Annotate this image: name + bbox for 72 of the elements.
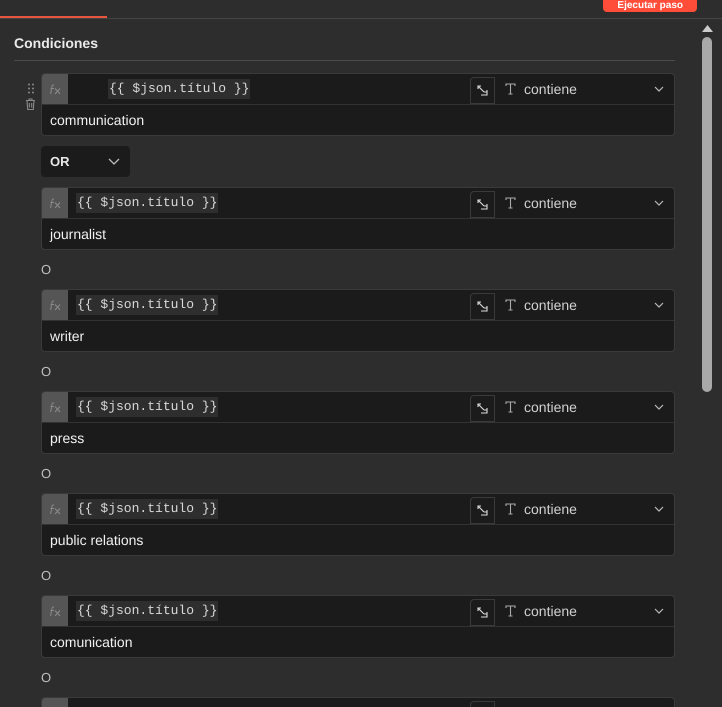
fx-icon: [49, 504, 61, 514]
expression-field[interactable]: {{ $json.título }}: [68, 290, 470, 320]
expression-text: {{ $json.título }}: [76, 601, 218, 621]
value-field[interactable]: public relations: [42, 525, 674, 555]
open-editor-button[interactable]: [470, 191, 495, 218]
open-editor-button[interactable]: [470, 599, 495, 626]
expression-field[interactable]: {{ $json.título }}: [68, 494, 470, 524]
expression-field[interactable]: {{ $json.título }}: [68, 188, 470, 218]
expression-text: {{ $json.título }}: [76, 193, 218, 213]
chevron-down-icon: [654, 302, 664, 308]
open-editor-button[interactable]: [470, 77, 495, 104]
open-editor-button[interactable]: [470, 395, 495, 422]
scrollbar-thumb[interactable]: [702, 37, 712, 392]
text-type-icon: [505, 503, 516, 515]
operator-dropdown[interactable]: contiene: [495, 494, 674, 524]
expression-toggle[interactable]: [42, 494, 68, 524]
combinator-label: O: [41, 464, 52, 483]
operator-dropdown[interactable]: contiene: [495, 188, 674, 218]
value-field[interactable]: press: [42, 423, 674, 453]
chevron-down-icon: [654, 200, 664, 206]
text-type-icon: [505, 197, 516, 209]
combinator-label: O: [41, 668, 52, 687]
value-field[interactable]: comunication: [42, 627, 674, 657]
fx-icon: [49, 606, 61, 616]
open-editor-button[interactable]: [470, 497, 495, 524]
scroll-up-icon[interactable]: [702, 25, 712, 32]
expression-field[interactable]: {{ $json.título }}: [68, 392, 470, 422]
expression-text: {{ $json.título }}: [108, 79, 250, 99]
chevron-down-icon: [108, 158, 120, 166]
text-type-icon: [505, 401, 516, 413]
drag-handle-icon[interactable]: [26, 83, 34, 94]
fx-icon: [49, 300, 61, 310]
expand-icon: [477, 607, 488, 618]
expand-icon: [477, 199, 488, 210]
combinator-dropdown[interactable]: OR: [41, 146, 130, 177]
expression-toggle[interactable]: [42, 392, 68, 422]
expression-field[interactable]: {{ $json.título }}: [68, 596, 470, 626]
expression-toggle[interactable]: [42, 596, 68, 626]
operator-dropdown[interactable]: contiene: [495, 290, 674, 320]
value-field[interactable]: journalist: [42, 219, 674, 249]
expression-toggle[interactable]: [42, 74, 68, 104]
text-type-icon: [505, 605, 516, 617]
text-type-icon: [505, 83, 516, 95]
operator-dropdown[interactable]: contiene: [495, 74, 674, 104]
expand-icon: [477, 505, 488, 516]
chevron-down-icon: [654, 608, 664, 614]
expression-field[interactable]: {{ $json.título }}: [68, 74, 470, 104]
expand-icon: [477, 85, 488, 96]
combinator-label: O: [41, 362, 52, 381]
fx-icon: [49, 84, 61, 94]
expression-text: {{ $json.título }}: [76, 499, 218, 519]
value-field[interactable]: writer: [42, 321, 674, 351]
chevron-down-icon: [654, 506, 664, 512]
value-field[interactable]: communication: [42, 105, 674, 135]
trash-icon[interactable]: [25, 98, 36, 110]
text-type-icon: [505, 299, 516, 311]
open-editor-button[interactable]: [470, 293, 495, 320]
operator-dropdown[interactable]: contiene: [495, 392, 674, 422]
section-title: Condiciones: [14, 33, 675, 61]
fx-icon: [49, 198, 61, 208]
expression-text: {{ $json.título }}: [76, 295, 218, 315]
operator-dropdown[interactable]: contiene: [495, 596, 674, 626]
fx-icon: [49, 402, 61, 412]
chevron-down-icon: [654, 86, 664, 92]
expression-text: {{ $json.título }}: [76, 397, 218, 417]
expression-toggle[interactable]: [42, 188, 68, 218]
expression-toggle[interactable]: [42, 290, 68, 320]
combinator-label: O: [41, 260, 52, 279]
chevron-down-icon: [654, 404, 664, 410]
combinator-label: O: [41, 566, 52, 585]
expand-icon: [477, 301, 488, 312]
expand-icon: [477, 403, 488, 414]
